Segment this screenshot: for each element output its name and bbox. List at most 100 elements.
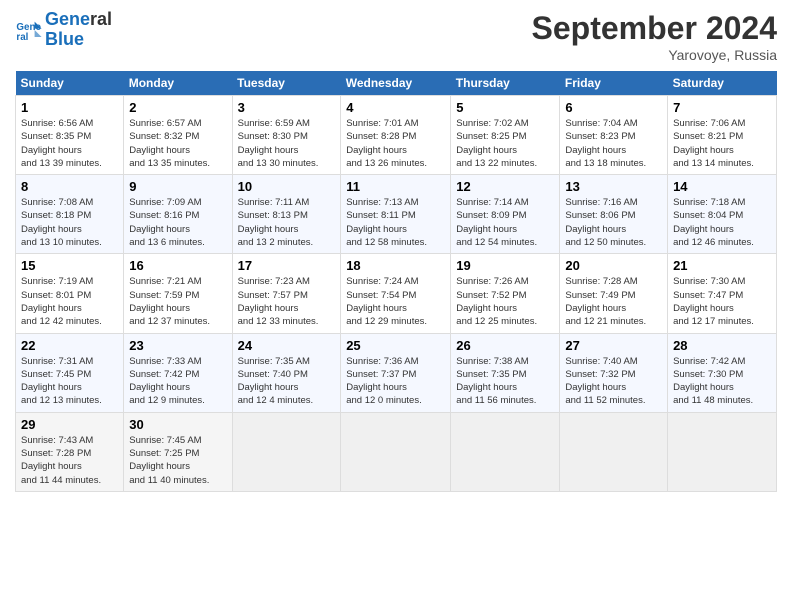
table-row: 17 Sunrise: 7:23 AM Sunset: 7:57 PM Dayl…	[232, 254, 341, 333]
col-friday: Friday	[560, 71, 668, 96]
table-row: 15 Sunrise: 7:19 AM Sunset: 8:01 PM Dayl…	[16, 254, 124, 333]
day-number: 22	[21, 338, 118, 353]
day-info: Sunrise: 7:13 AM Sunset: 8:11 PM Dayligh…	[346, 196, 445, 249]
table-row	[451, 412, 560, 491]
table-row: 9 Sunrise: 7:09 AM Sunset: 8:16 PM Dayli…	[124, 175, 232, 254]
day-info: Sunrise: 7:11 AM Sunset: 8:13 PM Dayligh…	[238, 196, 336, 249]
col-wednesday: Wednesday	[341, 71, 451, 96]
day-info: Sunrise: 7:16 AM Sunset: 8:06 PM Dayligh…	[565, 196, 662, 249]
table-row: 2 Sunrise: 6:57 AM Sunset: 8:32 PM Dayli…	[124, 96, 232, 175]
day-number: 19	[456, 258, 554, 273]
day-number: 17	[238, 258, 336, 273]
day-number: 16	[129, 258, 226, 273]
col-thursday: Thursday	[451, 71, 560, 96]
location: Yarovoye, Russia	[532, 47, 777, 63]
table-row: 16 Sunrise: 7:21 AM Sunset: 7:59 PM Dayl…	[124, 254, 232, 333]
day-number: 3	[238, 100, 336, 115]
day-number: 28	[673, 338, 771, 353]
day-info: Sunrise: 7:08 AM Sunset: 8:18 PM Dayligh…	[21, 196, 118, 249]
day-number: 24	[238, 338, 336, 353]
table-row	[560, 412, 668, 491]
table-row: 23 Sunrise: 7:33 AM Sunset: 7:42 PM Dayl…	[124, 333, 232, 412]
col-sunday: Sunday	[16, 71, 124, 96]
calendar-week-row: 1 Sunrise: 6:56 AM Sunset: 8:35 PM Dayli…	[16, 96, 777, 175]
table-row	[668, 412, 777, 491]
calendar-week-row: 15 Sunrise: 7:19 AM Sunset: 8:01 PM Dayl…	[16, 254, 777, 333]
day-info: Sunrise: 7:40 AM Sunset: 7:32 PM Dayligh…	[565, 355, 662, 408]
table-row: 8 Sunrise: 7:08 AM Sunset: 8:18 PM Dayli…	[16, 175, 124, 254]
day-number: 18	[346, 258, 445, 273]
table-row: 10 Sunrise: 7:11 AM Sunset: 8:13 PM Dayl…	[232, 175, 341, 254]
table-row: 6 Sunrise: 7:04 AM Sunset: 8:23 PM Dayli…	[560, 96, 668, 175]
table-row: 1 Sunrise: 6:56 AM Sunset: 8:35 PM Dayli…	[16, 96, 124, 175]
day-info: Sunrise: 7:30 AM Sunset: 7:47 PM Dayligh…	[673, 275, 771, 328]
day-number: 9	[129, 179, 226, 194]
day-number: 20	[565, 258, 662, 273]
day-info: Sunrise: 6:59 AM Sunset: 8:30 PM Dayligh…	[238, 117, 336, 170]
day-info: Sunrise: 7:28 AM Sunset: 7:49 PM Dayligh…	[565, 275, 662, 328]
day-info: Sunrise: 7:33 AM Sunset: 7:42 PM Dayligh…	[129, 355, 226, 408]
day-info: Sunrise: 7:06 AM Sunset: 8:21 PM Dayligh…	[673, 117, 771, 170]
col-tuesday: Tuesday	[232, 71, 341, 96]
day-info: Sunrise: 7:35 AM Sunset: 7:40 PM Dayligh…	[238, 355, 336, 408]
day-info: Sunrise: 7:38 AM Sunset: 7:35 PM Dayligh…	[456, 355, 554, 408]
day-number: 21	[673, 258, 771, 273]
calendar-week-row: 8 Sunrise: 7:08 AM Sunset: 8:18 PM Dayli…	[16, 175, 777, 254]
logo: Gene ral GeneralBlue	[15, 10, 112, 50]
day-number: 27	[565, 338, 662, 353]
table-row	[232, 412, 341, 491]
day-info: Sunrise: 7:23 AM Sunset: 7:57 PM Dayligh…	[238, 275, 336, 328]
title-block: September 2024 Yarovoye, Russia	[532, 10, 777, 63]
day-info: Sunrise: 7:09 AM Sunset: 8:16 PM Dayligh…	[129, 196, 226, 249]
day-info: Sunrise: 7:43 AM Sunset: 7:28 PM Dayligh…	[21, 434, 118, 487]
day-info: Sunrise: 7:18 AM Sunset: 8:04 PM Dayligh…	[673, 196, 771, 249]
day-number: 13	[565, 179, 662, 194]
table-row	[341, 412, 451, 491]
calendar-table: Sunday Monday Tuesday Wednesday Thursday…	[15, 71, 777, 492]
day-info: Sunrise: 7:45 AM Sunset: 7:25 PM Dayligh…	[129, 434, 226, 487]
logo-icon: Gene ral	[15, 16, 43, 44]
month-title: September 2024	[532, 10, 777, 47]
day-number: 25	[346, 338, 445, 353]
day-number: 30	[129, 417, 226, 432]
day-number: 14	[673, 179, 771, 194]
day-info: Sunrise: 7:04 AM Sunset: 8:23 PM Dayligh…	[565, 117, 662, 170]
day-number: 1	[21, 100, 118, 115]
table-row: 7 Sunrise: 7:06 AM Sunset: 8:21 PM Dayli…	[668, 96, 777, 175]
table-row: 11 Sunrise: 7:13 AM Sunset: 8:11 PM Dayl…	[341, 175, 451, 254]
day-number: 23	[129, 338, 226, 353]
table-row: 27 Sunrise: 7:40 AM Sunset: 7:32 PM Dayl…	[560, 333, 668, 412]
table-row: 5 Sunrise: 7:02 AM Sunset: 8:25 PM Dayli…	[451, 96, 560, 175]
calendar-week-row: 29 Sunrise: 7:43 AM Sunset: 7:28 PM Dayl…	[16, 412, 777, 491]
table-row: 22 Sunrise: 7:31 AM Sunset: 7:45 PM Dayl…	[16, 333, 124, 412]
day-number: 11	[346, 179, 445, 194]
day-info: Sunrise: 7:01 AM Sunset: 8:28 PM Dayligh…	[346, 117, 445, 170]
table-row: 4 Sunrise: 7:01 AM Sunset: 8:28 PM Dayli…	[341, 96, 451, 175]
table-row: 24 Sunrise: 7:35 AM Sunset: 7:40 PM Dayl…	[232, 333, 341, 412]
table-row: 13 Sunrise: 7:16 AM Sunset: 8:06 PM Dayl…	[560, 175, 668, 254]
day-number: 15	[21, 258, 118, 273]
calendar-week-row: 22 Sunrise: 7:31 AM Sunset: 7:45 PM Dayl…	[16, 333, 777, 412]
day-info: Sunrise: 7:14 AM Sunset: 8:09 PM Dayligh…	[456, 196, 554, 249]
day-info: Sunrise: 7:21 AM Sunset: 7:59 PM Dayligh…	[129, 275, 226, 328]
calendar-container: Gene ral GeneralBlue September 2024 Yaro…	[0, 0, 792, 502]
day-number: 4	[346, 100, 445, 115]
table-row: 18 Sunrise: 7:24 AM Sunset: 7:54 PM Dayl…	[341, 254, 451, 333]
day-number: 12	[456, 179, 554, 194]
day-number: 6	[565, 100, 662, 115]
table-row: 29 Sunrise: 7:43 AM Sunset: 7:28 PM Dayl…	[16, 412, 124, 491]
day-info: Sunrise: 7:26 AM Sunset: 7:52 PM Dayligh…	[456, 275, 554, 328]
day-info: Sunrise: 7:24 AM Sunset: 7:54 PM Dayligh…	[346, 275, 445, 328]
day-number: 7	[673, 100, 771, 115]
col-saturday: Saturday	[668, 71, 777, 96]
table-row: 26 Sunrise: 7:38 AM Sunset: 7:35 PM Dayl…	[451, 333, 560, 412]
table-row: 28 Sunrise: 7:42 AM Sunset: 7:30 PM Dayl…	[668, 333, 777, 412]
table-row: 19 Sunrise: 7:26 AM Sunset: 7:52 PM Dayl…	[451, 254, 560, 333]
day-number: 2	[129, 100, 226, 115]
day-info: Sunrise: 7:02 AM Sunset: 8:25 PM Dayligh…	[456, 117, 554, 170]
day-number: 10	[238, 179, 336, 194]
day-info: Sunrise: 7:36 AM Sunset: 7:37 PM Dayligh…	[346, 355, 445, 408]
table-row: 25 Sunrise: 7:36 AM Sunset: 7:37 PM Dayl…	[341, 333, 451, 412]
table-row: 12 Sunrise: 7:14 AM Sunset: 8:09 PM Dayl…	[451, 175, 560, 254]
day-info: Sunrise: 7:31 AM Sunset: 7:45 PM Dayligh…	[21, 355, 118, 408]
